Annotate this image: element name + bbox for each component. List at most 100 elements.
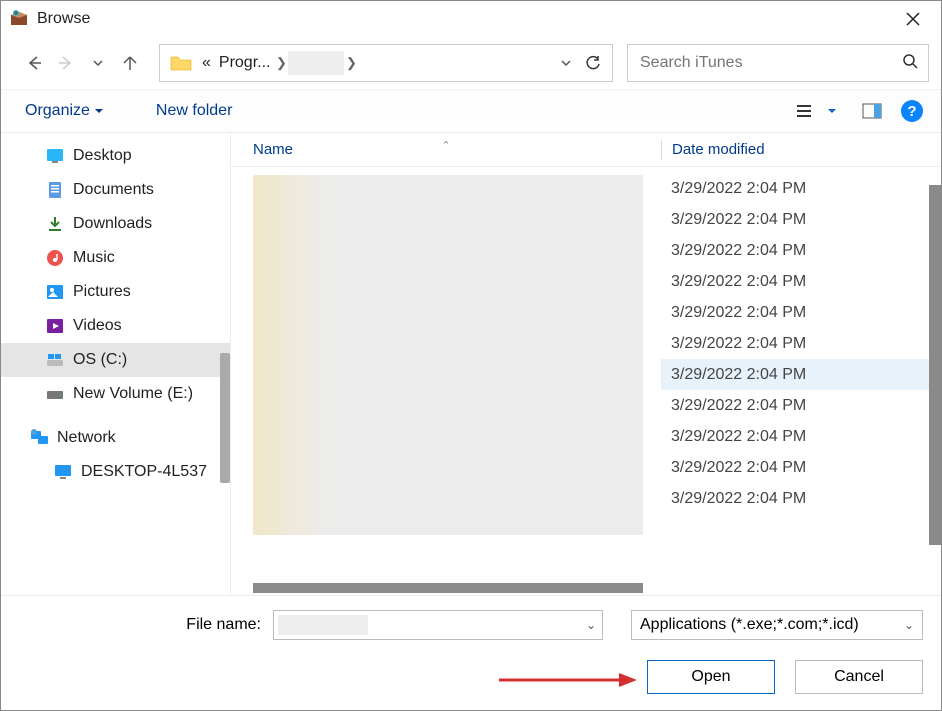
view-mode-button[interactable] <box>795 100 817 122</box>
file-row-date[interactable]: 3/29/2022 2:04 PM <box>661 173 941 204</box>
sidebar-item-label: Music <box>73 249 115 267</box>
nav-buttons <box>13 54 145 72</box>
breadcrumb-item-2[interactable] <box>288 51 344 75</box>
sidebar-item-music[interactable]: Music <box>1 241 230 275</box>
downloads-icon <box>45 215 65 233</box>
file-row-date[interactable]: 3/29/2022 2:04 PM <box>661 235 941 266</box>
sidebar-item-downloads[interactable]: Downloads <box>1 207 230 241</box>
file-list-body[interactable]: 3/29/2022 2:04 PM3/29/2022 2:04 PM3/29/2… <box>231 167 941 581</box>
file-open-dialog: Browse « Progr... ❯ <box>0 0 942 711</box>
sidebar-item-pictures[interactable]: Pictures <box>1 275 230 309</box>
forward-button[interactable] <box>57 54 75 72</box>
file-row-date[interactable]: 3/29/2022 2:04 PM <box>661 452 941 483</box>
search-icon[interactable] <box>902 53 918 74</box>
breadcrumb-item-1[interactable]: Progr... <box>215 54 275 72</box>
folder-icon <box>170 54 192 72</box>
file-list-panel: ⌃ Name Date modified 3/29/2022 2:04 PM3/… <box>231 133 941 595</box>
command-toolbar: Organize New folder ? <box>1 89 941 133</box>
sidebar-item-label: Network <box>57 429 116 447</box>
filename-input[interactable]: ⌄ <box>273 610 603 640</box>
close-button[interactable] <box>893 4 933 34</box>
organize-label: Organize <box>25 102 90 120</box>
back-button[interactable] <box>25 54 43 72</box>
up-button[interactable] <box>121 54 139 72</box>
drive-icon <box>45 351 65 369</box>
refresh-button[interactable] <box>578 54 608 72</box>
pictures-icon <box>45 283 65 301</box>
horizontal-scrollbar-track[interactable] <box>231 581 941 595</box>
horizontal-scrollbar-thumb[interactable] <box>253 583 643 593</box>
cancel-button[interactable]: Cancel <box>795 660 923 694</box>
column-date-label: Date modified <box>672 141 765 158</box>
view-dropdown-icon[interactable] <box>821 100 843 122</box>
open-button[interactable]: Open <box>647 660 775 694</box>
filename-value <box>278 615 368 635</box>
main-area: Desktop Documents Downloads Music Pictur… <box>1 133 941 595</box>
network-icon <box>29 429 49 447</box>
file-row-date[interactable]: 3/29/2022 2:04 PM <box>661 483 941 514</box>
file-row-date[interactable]: 3/29/2022 2:04 PM <box>661 359 941 390</box>
file-names-redacted[interactable] <box>253 175 643 535</box>
sidebar-item-label: New Volume (E:) <box>73 385 193 403</box>
file-row-date[interactable]: 3/29/2022 2:04 PM <box>661 421 941 452</box>
documents-icon <box>45 181 65 199</box>
filter-dropdown-icon[interactable]: ⌄ <box>904 618 914 632</box>
navigation-row: « Progr... ❯ ❯ <box>1 37 941 89</box>
sidebar-item-desktop[interactable]: Desktop <box>1 139 230 173</box>
organize-button[interactable]: Organize <box>19 98 110 124</box>
preview-pane-button[interactable] <box>861 100 883 122</box>
music-icon <box>45 249 65 267</box>
sidebar-item-label: Desktop <box>73 147 132 165</box>
window-title: Browse <box>37 10 893 28</box>
sidebar-item-label: DESKTOP-4L537 <box>81 463 207 481</box>
column-name-label: Name <box>253 141 293 158</box>
monitor-icon <box>53 463 73 481</box>
column-date[interactable]: Date modified <box>662 141 941 158</box>
sidebar-item-documents[interactable]: Documents <box>1 173 230 207</box>
sidebar-item-label: Videos <box>73 317 122 335</box>
sidebar-item-label: Pictures <box>73 283 131 301</box>
new-folder-label: New folder <box>156 102 232 120</box>
file-type-label: Applications (*.exe;*.com;*.icd) <box>640 616 859 634</box>
file-row-date[interactable]: 3/29/2022 2:04 PM <box>661 266 941 297</box>
column-headers: ⌃ Name Date modified <box>231 133 941 167</box>
filename-label: File name: <box>19 616 265 634</box>
filename-row: File name: ⌄ Applications (*.exe;*.com;*… <box>19 610 923 640</box>
file-row-date[interactable]: 3/29/2022 2:04 PM <box>661 390 941 421</box>
breadcrumb-overflow[interactable]: « <box>198 54 215 72</box>
recent-dropdown-icon[interactable] <box>89 54 107 72</box>
sidebar-item-os-drive[interactable]: OS (C:) <box>1 343 230 377</box>
sidebar-scrollbar[interactable] <box>220 353 230 483</box>
sidebar-item-network[interactable]: Network <box>1 421 230 455</box>
sidebar-item-network-computer[interactable]: DESKTOP-4L537 <box>1 455 230 489</box>
sidebar-item-videos[interactable]: Videos <box>1 309 230 343</box>
app-icon <box>9 9 29 29</box>
open-button-label: Open <box>691 668 730 686</box>
search-box[interactable] <box>627 44 929 82</box>
new-folder-button[interactable]: New folder <box>150 98 238 124</box>
bottom-panel: File name: ⌄ Applications (*.exe;*.com;*… <box>1 595 941 710</box>
sidebar-item-new-volume[interactable]: New Volume (E:) <box>1 377 230 411</box>
address-dropdown-icon[interactable] <box>554 57 578 69</box>
annotation-arrow-icon <box>499 670 639 690</box>
chevron-right-icon[interactable]: ❯ <box>274 55 288 71</box>
file-row-date[interactable]: 3/29/2022 2:04 PM <box>661 297 941 328</box>
chevron-right-icon[interactable]: ❯ <box>344 55 358 71</box>
title-bar: Browse <box>1 1 941 37</box>
filename-dropdown-icon[interactable]: ⌄ <box>586 618 596 632</box>
help-button[interactable]: ? <box>901 100 923 122</box>
file-names-column <box>231 167 661 581</box>
search-input[interactable] <box>638 53 902 73</box>
desktop-icon <box>45 147 65 165</box>
button-row: Open Cancel <box>19 660 923 694</box>
file-type-filter[interactable]: Applications (*.exe;*.com;*.icd) ⌄ <box>631 610 923 640</box>
sidebar-item-label: OS (C:) <box>73 351 127 369</box>
column-name[interactable]: ⌃ Name <box>231 141 661 158</box>
navigation-sidebar: Desktop Documents Downloads Music Pictur… <box>1 133 231 595</box>
address-bar[interactable]: « Progr... ❯ ❯ <box>159 44 613 82</box>
file-row-date[interactable]: 3/29/2022 2:04 PM <box>661 204 941 235</box>
file-row-date[interactable]: 3/29/2022 2:04 PM <box>661 328 941 359</box>
vertical-scrollbar[interactable] <box>929 185 941 545</box>
drive-icon <box>45 385 65 403</box>
sidebar-item-label: Downloads <box>73 215 152 233</box>
